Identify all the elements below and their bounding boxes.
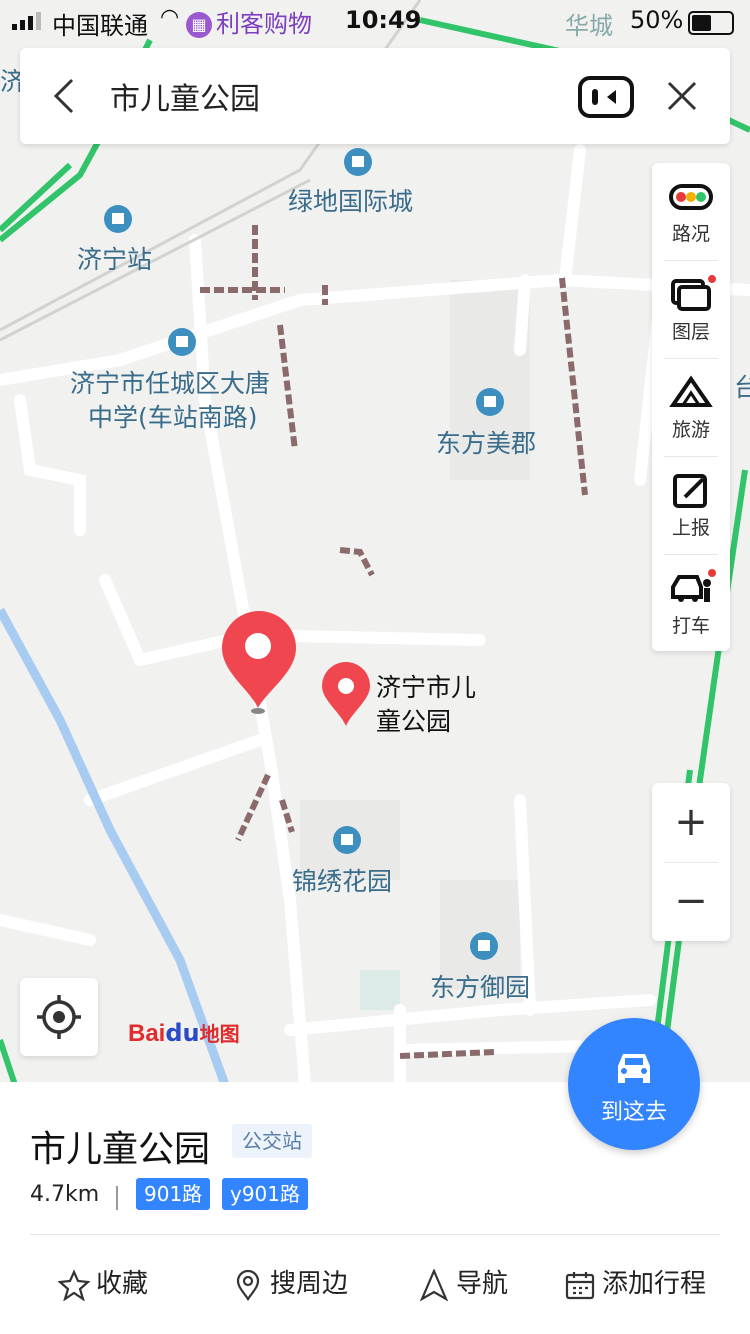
place-type-badge: 公交站 xyxy=(232,1124,312,1158)
poi-icon-school[interactable] xyxy=(168,328,196,356)
add-itinerary-button[interactable]: 添加行程 xyxy=(564,1264,706,1304)
zoom-control: + − xyxy=(652,783,730,941)
close-icon xyxy=(667,81,697,111)
map-label-edge-tai: 台 xyxy=(734,373,750,402)
go-here-label: 到这去 xyxy=(600,1100,667,1125)
layers-label: 图层 xyxy=(671,321,710,343)
navigation-button[interactable]: 导航 xyxy=(418,1264,508,1304)
route-badge[interactable]: y901路 xyxy=(222,1178,309,1210)
travel-button[interactable]: 旅游 xyxy=(652,359,730,457)
chevron-left-icon xyxy=(53,78,74,114)
logo-bai: Bai xyxy=(128,1020,166,1047)
map-toolbar: 路况 图层 旅游 上报 打车 xyxy=(652,163,730,651)
zoom-in-button[interactable]: + xyxy=(652,783,730,862)
zoom-out-button[interactable]: − xyxy=(652,862,730,941)
map-label-lvdi[interactable]: 绿地国际城 xyxy=(288,182,413,218)
nearby-search-button[interactable]: 搜周边 xyxy=(232,1264,348,1304)
search-bar: 市儿童公园 xyxy=(20,48,730,144)
calendar-icon xyxy=(565,1271,595,1299)
navigation-arrow-icon xyxy=(419,1268,449,1301)
map-label-dongfang-yuyuan[interactable]: 东方御园 xyxy=(430,968,530,1004)
taxi-icon xyxy=(671,575,711,602)
traffic-button[interactable]: 路况 xyxy=(652,163,730,261)
poi-icon-station[interactable] xyxy=(104,205,132,233)
poi-icon-lvdi[interactable] xyxy=(344,148,372,176)
favorite-button[interactable]: 收藏 xyxy=(58,1264,148,1304)
battery-percent: 50% xyxy=(630,6,684,34)
travel-label: 旅游 xyxy=(671,419,710,441)
map-roads xyxy=(0,0,750,1085)
crosshair-icon xyxy=(37,995,81,1039)
close-button[interactable] xyxy=(666,70,706,122)
go-here-button[interactable]: 到这去 xyxy=(568,1018,700,1150)
logo-ditu: 地图 xyxy=(199,1022,240,1046)
nearby-search-label: 搜周边 xyxy=(270,1269,349,1299)
map-label-target-line2[interactable]: 童公园 xyxy=(376,702,451,738)
traffic-label: 路况 xyxy=(671,223,710,245)
app-chip-label: 利客购物 xyxy=(216,10,312,38)
status-bar: 中国联通 ◠ ▦ 利客购物 10:49 华城 50% xyxy=(0,0,750,44)
signal-icon xyxy=(12,12,41,30)
map-label-school-line2[interactable]: 中学(车站南路) xyxy=(88,398,258,434)
place-distance: 4.7km xyxy=(30,1182,100,1207)
travel-icon xyxy=(669,375,713,407)
poi-icon-jinxiu[interactable] xyxy=(333,826,361,854)
back-button[interactable] xyxy=(50,70,96,122)
layers-button[interactable]: 图层 xyxy=(652,261,730,359)
car-icon xyxy=(618,1054,650,1083)
place-name: 市儿童公园 xyxy=(30,1129,211,1170)
report-button[interactable]: 上报 xyxy=(652,457,730,555)
logo-paw: du xyxy=(165,1019,200,1047)
pin-search-icon xyxy=(236,1269,260,1301)
star-icon xyxy=(58,1268,90,1301)
shop-icon: ▦ xyxy=(186,12,212,38)
taxi-button[interactable]: 打车 xyxy=(652,555,730,653)
locate-me-button[interactable] xyxy=(20,978,98,1056)
poi-icon-dongfang-meijun[interactable] xyxy=(476,388,504,416)
report-label: 上报 xyxy=(671,517,710,539)
divider xyxy=(116,1186,118,1210)
layers-icon xyxy=(671,279,711,311)
wifi-icon: ◠ xyxy=(160,5,180,30)
search-query[interactable]: 市儿童公园 xyxy=(110,74,260,118)
poi-icon-dongfang-yuyuan[interactable] xyxy=(470,932,498,960)
taxi-label: 打车 xyxy=(671,615,710,637)
traffic-light-icon xyxy=(669,184,713,210)
map-label-school-line1[interactable]: 济宁市任城区大唐 xyxy=(70,364,270,400)
app-chip[interactable]: ▦ 利客购物 xyxy=(186,4,312,39)
location-arrow-icon: 华城 xyxy=(565,12,613,40)
battery-icon xyxy=(688,11,734,35)
baidu-map-logo: Baidu地图 xyxy=(128,1018,240,1048)
route-badge[interactable]: 901路 xyxy=(136,1178,211,1210)
map-label-station[interactable]: 济宁站 xyxy=(77,240,152,276)
map-canvas[interactable]: 绿地国际城 济宁站 济宁市任城区大唐 中学(车站南路) 东方美郡 济宁市儿 童公… xyxy=(0,0,750,1085)
navigation-label: 导航 xyxy=(456,1269,509,1299)
map-label-jinxiu[interactable]: 锦绣花园 xyxy=(292,862,392,898)
carrier-name: 中国联通 xyxy=(52,12,148,40)
report-icon xyxy=(673,474,707,508)
map-label-target-line1[interactable]: 济宁市儿 xyxy=(376,668,476,704)
clock: 10:49 xyxy=(345,6,422,34)
taxi-badge xyxy=(708,569,716,577)
voice-search-icon[interactable] xyxy=(578,76,634,118)
divider xyxy=(30,1234,720,1235)
map-label-dongfang-meijun[interactable]: 东方美郡 xyxy=(436,424,536,460)
favorite-label: 收藏 xyxy=(96,1269,149,1299)
add-itinerary-label: 添加行程 xyxy=(602,1269,707,1299)
layers-badge xyxy=(708,275,716,283)
